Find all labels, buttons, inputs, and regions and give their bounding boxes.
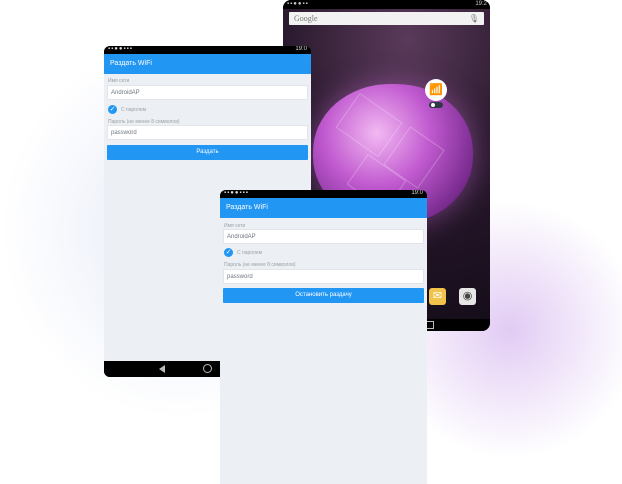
status-icons: ▪▪●●▪▪ [287, 1, 309, 7]
back-button[interactable] [159, 365, 165, 373]
status-time: 19:2 [475, 1, 487, 7]
app-title: Раздать WiFi [110, 60, 152, 67]
password-input[interactable]: password [223, 269, 424, 284]
app-bar: Раздать WiFi [220, 198, 427, 218]
status-bar: ▪▪●●▪▪▪ 19:0 [220, 190, 427, 198]
status-icons: ▪▪●●▪▪▪ [224, 190, 249, 196]
facet [335, 92, 403, 158]
password-checkbox[interactable]: ✓ [224, 248, 233, 257]
status-bar: ▪▪●●▪▪ 19:2 [283, 0, 490, 9]
ssid-input[interactable]: AndroidAP [107, 85, 308, 100]
home-button[interactable] [203, 364, 212, 373]
app-dock: ✉ ◉ [423, 288, 483, 308]
wifi-hotspot-widget-icon[interactable]: 📶 [425, 79, 447, 101]
status-time: 19:0 [295, 46, 307, 52]
email-app-icon[interactable]: ✉ [429, 288, 446, 305]
mic-icon[interactable]: 🎙 [469, 12, 479, 25]
password-checkbox[interactable]: ✓ [108, 105, 117, 114]
stop-sharing-button[interactable]: Остановить раздачу [223, 288, 424, 303]
ssid-label: Имя сети [108, 78, 130, 84]
password-label: Пароль (не менее 8 символов) [224, 262, 296, 268]
password-checkbox-label: С паролем [237, 250, 263, 256]
status-bar: ▪▪●●▪▪▪ 19:0 [104, 46, 311, 54]
password-checkbox-label: С паролем [121, 107, 147, 113]
recents-button[interactable] [426, 321, 434, 329]
app-bar: Раздать WiFi [104, 54, 311, 74]
password-input[interactable]: password [107, 125, 308, 140]
google-search-label: Google [294, 14, 318, 23]
status-time: 19:0 [411, 190, 423, 196]
google-search-bar[interactable]: Google 🎙 [289, 12, 484, 25]
status-icons: ▪▪●●▪▪▪ [108, 46, 133, 52]
ssid-input[interactable]: AndroidAP [223, 229, 424, 244]
share-button[interactable]: Раздать [107, 145, 308, 160]
widget-toggle[interactable] [429, 102, 443, 108]
app-phone-stop: ▪▪●●▪▪▪ 19:0 Раздать WiFi Имя сети Andro… [220, 190, 427, 484]
app-content: Раздать WiFi Имя сети AndroidAP ✓ С паро… [220, 198, 427, 484]
camera-app-icon[interactable]: ◉ [459, 288, 476, 305]
app-title: Раздать WiFi [226, 204, 268, 211]
